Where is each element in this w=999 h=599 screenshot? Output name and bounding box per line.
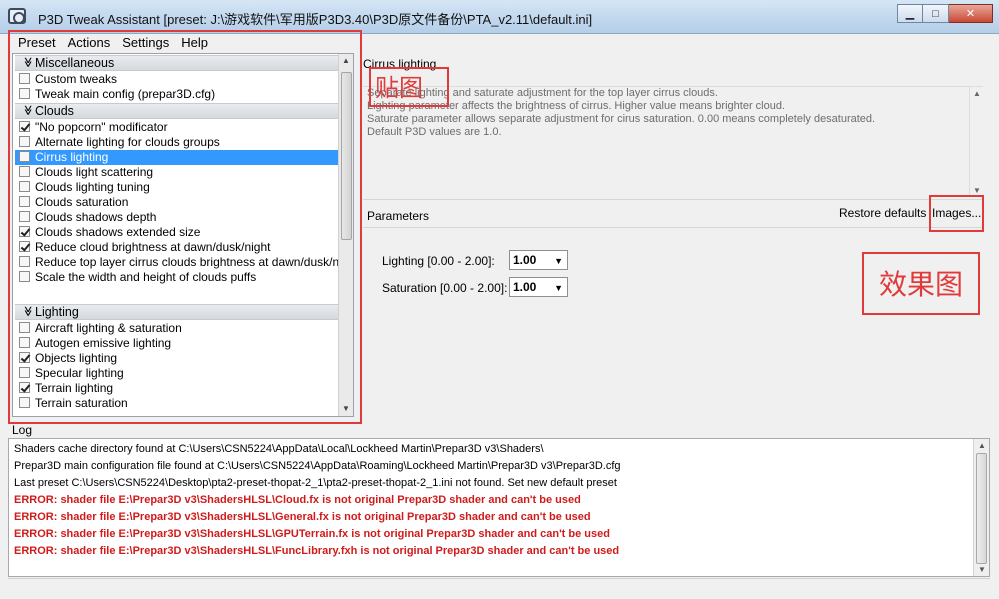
log-error-line: ERROR: shader file E:\Prepar3D v3\Shader… [14,511,591,523]
saturation-select[interactable]: 1.00 ▼ [509,277,568,297]
annotation-box-list [8,30,362,424]
chevron-down-icon: ▼ [554,256,563,266]
annotation-stamp-effect: 效果图 [862,252,980,315]
description-line: Saturate parameter allows separate adjus… [367,113,876,125]
param-label: Saturation [0.00 - 2.00]: [382,281,508,295]
close-button[interactable]: ✕ [949,4,993,23]
app-icon [8,8,26,24]
title-bar: P3D Tweak Assistant [preset: J:\游戏软件\军用版… [0,0,999,34]
param-label: Lighting [0.00 - 2.00]: [382,254,495,268]
scroll-thumb[interactable] [976,453,987,564]
scroll-up-icon[interactable]: ▲ [973,89,981,98]
description-line: Default P3D values are 1.0. [367,126,502,138]
lighting-select[interactable]: 1.00 ▼ [509,250,568,270]
parameters-label: Parameters [367,209,430,223]
log-error-line: ERROR: shader file E:\Prepar3D v3\Shader… [14,494,581,506]
parameters-bar: Parameters Restore defaults Images... [363,199,983,228]
description-line: Lighting parameter affects the brightnes… [367,100,786,112]
log-scrollbar[interactable]: ▲ ▼ [973,439,989,576]
log-error-line: ERROR: shader file E:\Prepar3D v3\Shader… [14,545,620,557]
maximize-button[interactable]: □ [923,4,949,23]
log-line: Shaders cache directory found at C:\User… [14,443,544,455]
description-scrollbar[interactable]: ▲ ▼ [969,87,983,197]
scroll-down-icon[interactable]: ▼ [973,186,981,195]
log-line: Last preset C:\Users\CSN5224\Desktop\pta… [14,477,617,489]
chevron-down-icon: ▼ [554,283,563,293]
log-label: Log [12,423,33,437]
window-controls: ▁ □ ✕ [897,4,993,23]
restore-defaults-button[interactable]: Restore defaults [839,206,926,220]
log-box: ▲ ▼ Shaders cache directory found at C:\… [8,438,990,577]
log-line: Prepar3D main configuration file found a… [14,460,621,472]
description-box: Separate lighting and saturate adjustmen… [363,86,983,197]
minimize-button[interactable]: ▁ [897,4,923,23]
log-error-line: ERROR: shader file E:\Prepar3D v3\Shader… [14,528,610,540]
annotation-stamp-image: 贴图 [369,67,449,107]
window-title: P3D Tweak Assistant [preset: J:\游戏软件\军用版… [38,12,593,27]
scroll-down-icon[interactable]: ▼ [978,565,986,574]
description-line: Separate lighting and saturate adjustmen… [367,87,718,99]
status-bar [8,578,990,596]
annotation-box-images [929,195,984,232]
scroll-up-icon[interactable]: ▲ [978,441,986,450]
